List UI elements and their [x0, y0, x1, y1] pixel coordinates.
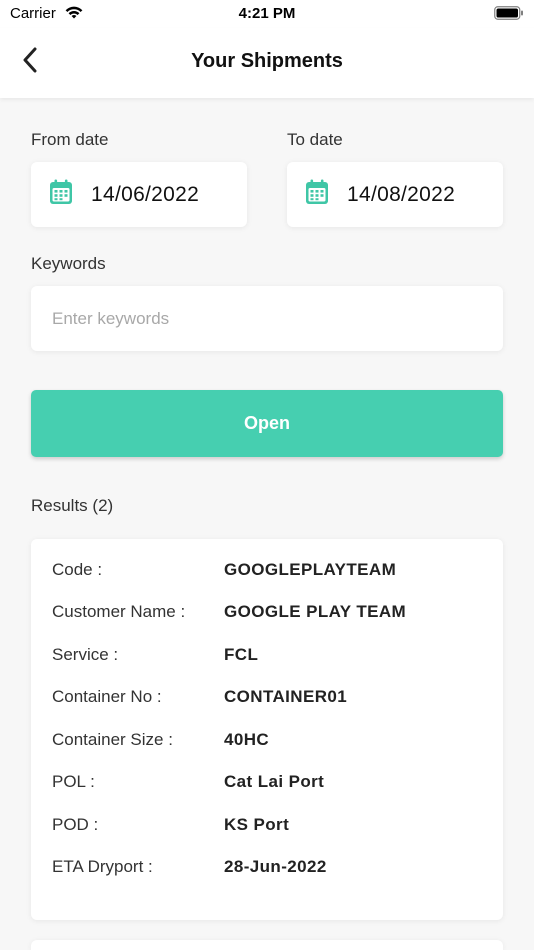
to-date-field[interactable]: 14/08/2022 [287, 162, 503, 227]
page-title: Your Shipments [191, 50, 343, 72]
row-label: Service : [52, 645, 119, 664]
open-button[interactable]: Open [31, 390, 503, 457]
to-date-label: To date [287, 130, 343, 149]
row-label: Code : [52, 560, 103, 579]
row-value: GOOGLE PLAY TEAM [224, 602, 407, 621]
row-value: Cat Lai Port [224, 772, 325, 791]
row-label: ETA Dryport : [52, 857, 153, 876]
row-label: Container No : [52, 687, 162, 706]
row-label: Customer Name : [52, 602, 186, 621]
to-date-value: 14/08/2022 [347, 182, 456, 206]
nav-bar: Your Shipments [0, 28, 534, 98]
result-row-code: Code : GOOGLEPLAYTEAM [52, 560, 492, 584]
from-date-field[interactable]: 14/06/2022 [31, 162, 247, 227]
result-row-pol: POL : Cat Lai Port [52, 772, 492, 796]
result-row-eta-dryport: ETA Dryport : 28-Jun-2022 [52, 857, 492, 881]
from-date-value: 14/06/2022 [91, 182, 200, 206]
keywords-input[interactable] [31, 286, 503, 351]
result-row-container-no: Container No : CONTAINER01 [52, 687, 492, 711]
result-card[interactable] [31, 940, 503, 950]
keywords-label: Keywords [31, 254, 106, 273]
status-time: 4:21 PM [238, 5, 296, 22]
row-label: Container Size : [52, 730, 173, 749]
row-label: POL : [52, 772, 95, 791]
calendar-icon [49, 179, 73, 210]
row-value: 28-Jun-2022 [224, 857, 327, 876]
from-date-label: From date [31, 130, 109, 149]
result-card[interactable]: Code : GOOGLEPLAYTEAM Customer Name : GO… [31, 539, 503, 920]
row-label: POD : [52, 815, 99, 834]
row-value: KS Port [224, 815, 290, 834]
status-bar: Carrier 4:21 PM [0, 0, 534, 28]
calendar-icon [305, 179, 329, 210]
result-row-service: Service : FCL [52, 645, 492, 669]
row-value: GOOGLEPLAYTEAM [224, 560, 397, 579]
row-value: CONTAINER01 [224, 687, 348, 706]
battery-icon [494, 6, 524, 25]
result-row-container-size: Container Size : 40HC [52, 730, 492, 754]
result-row-customer-name: Customer Name : GOOGLE PLAY TEAM [52, 602, 492, 626]
row-value: FCL [224, 645, 259, 664]
result-row-pod: POD : KS Port [52, 815, 492, 839]
row-value: 40HC [224, 730, 270, 749]
results-header: Results (2) [31, 496, 114, 515]
